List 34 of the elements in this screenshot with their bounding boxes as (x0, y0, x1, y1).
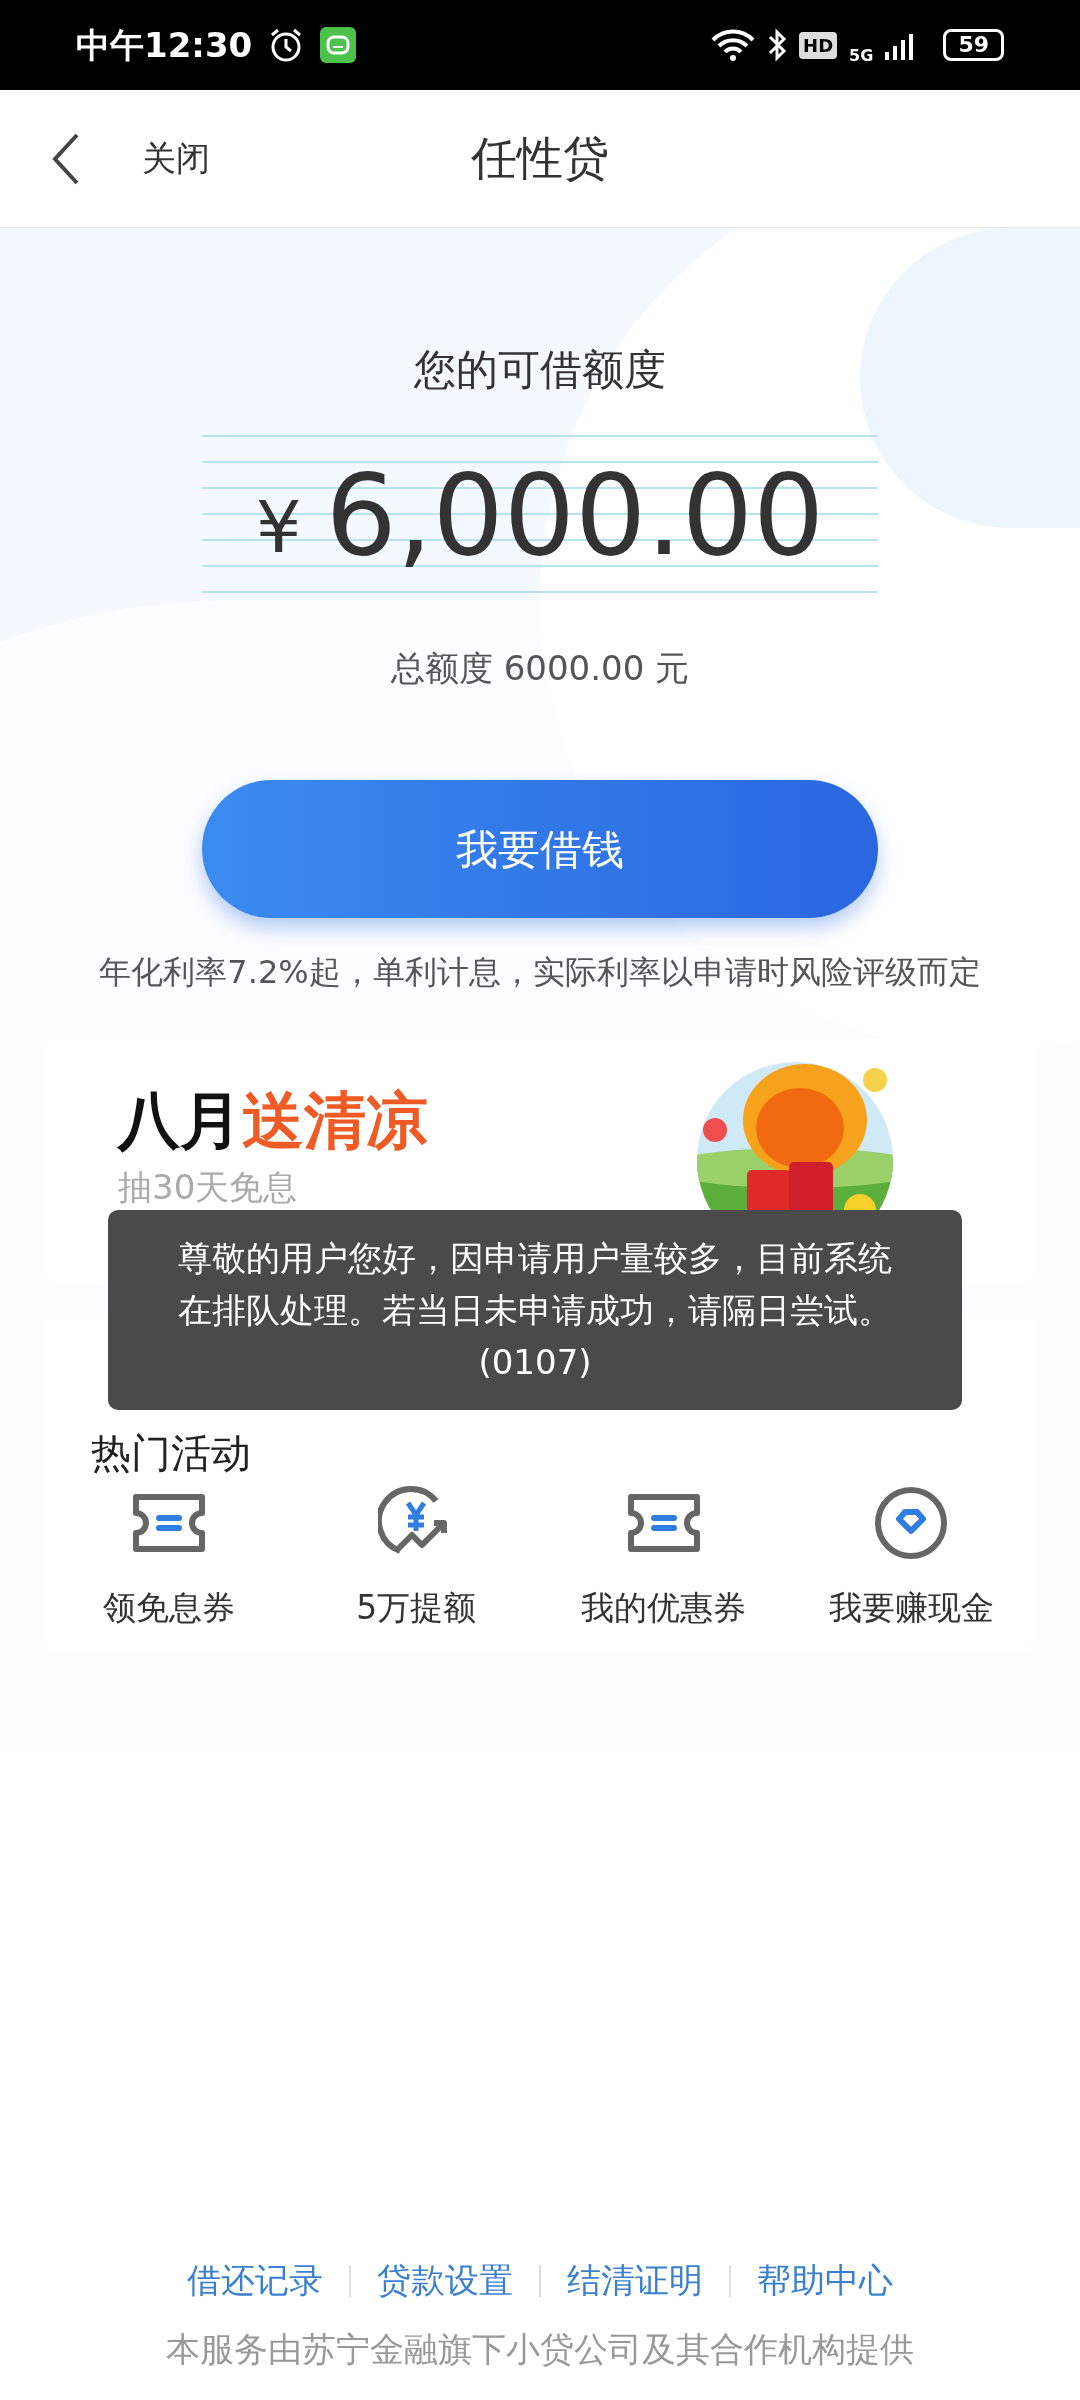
disclaimer: 本服务由苏宁金融旗下小贷公司及其合作机构提供 (166, 2328, 914, 2371)
wifi-icon (711, 28, 756, 62)
currency-symbol: ¥ (255, 484, 302, 571)
footer-link[interactable]: 结清证明 (567, 2255, 703, 2306)
footer-link[interactable]: 帮助中心 (757, 2255, 893, 2306)
footer-link[interactable]: 贷款设置 (377, 2255, 513, 2306)
error-code: (0107) (478, 1341, 592, 1384)
promo-subtitle: 抽30天免息 (118, 1166, 299, 1209)
footer-link[interactable]: 借还记录 (187, 2255, 323, 2306)
total-credit: 总额度 6000.00 元 (390, 647, 690, 690)
activity-item[interactable]: 领免息券 (45, 1483, 293, 1633)
heart-circle-icon (873, 1485, 950, 1561)
battery-level: 59 (943, 29, 1004, 61)
hd-badge: HD (799, 31, 838, 59)
ticket-icon (130, 1492, 207, 1554)
status-time: 中午12:30 (76, 23, 253, 67)
toast-text: 在排队处理。若当日未申请成功，请隔日尝试。 (178, 1289, 892, 1332)
credit-amount: 6,000.00 (325, 459, 825, 571)
back-icon (52, 132, 80, 185)
rate-note: 年化利率7.2%起，单利计息，实际利率以申请时风险评级而定 (99, 952, 981, 993)
network-label: 5G (849, 48, 874, 64)
promo-title: 八月送清凉 (118, 1090, 428, 1152)
bluetooth-icon (767, 28, 788, 62)
activity-item[interactable]: 我的优惠券 (540, 1483, 788, 1633)
section-title: 热门活动 (91, 1429, 251, 1478)
close-button[interactable]: 关闭 (142, 133, 210, 184)
page-title: 任性贷 (470, 130, 610, 187)
borrow-button[interactable]: 我要借钱 (202, 780, 878, 918)
activity-item[interactable]: 我要赚现金 (787, 1483, 1035, 1633)
ticket-icon (625, 1492, 702, 1554)
activity-item[interactable]: 5万提额 (292, 1483, 540, 1633)
toast-text: 尊敬的用户您好，因申请用户量较多，目前系统 (178, 1237, 892, 1280)
available-credit-label: 您的可借额度 (414, 344, 666, 396)
app-notification-icon (320, 27, 357, 63)
